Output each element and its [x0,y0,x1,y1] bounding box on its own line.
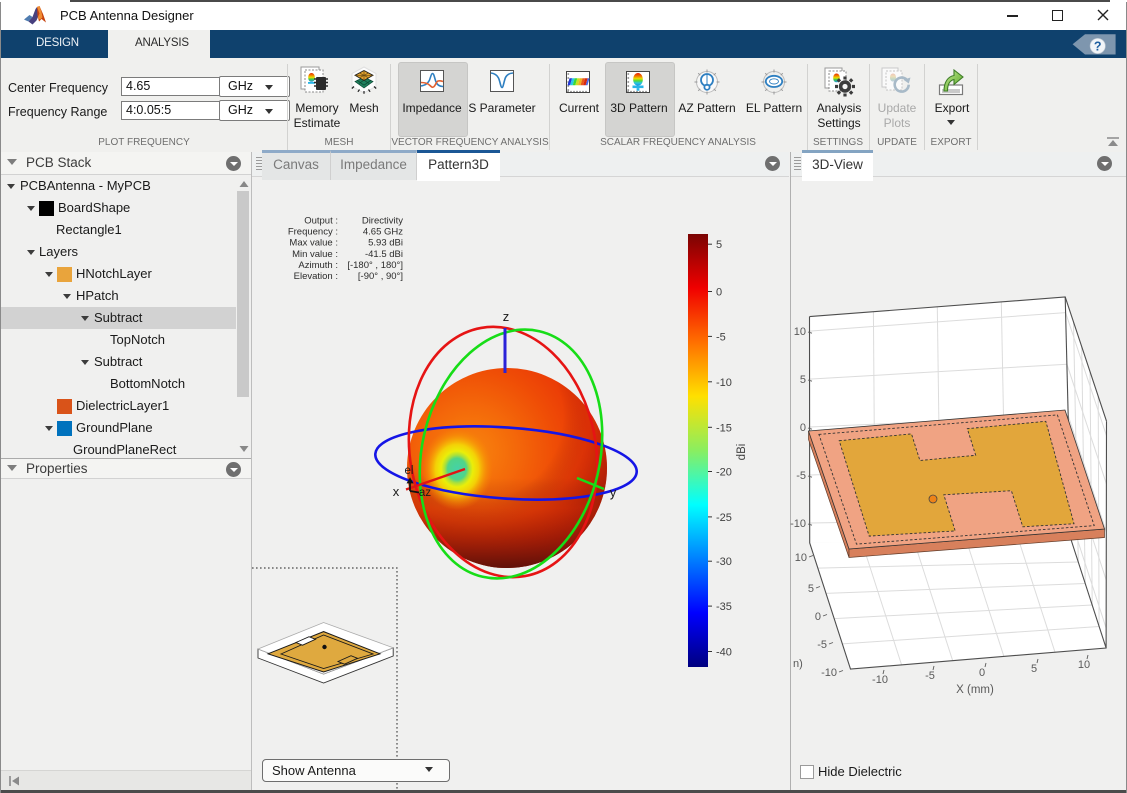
svg-text:-10: -10 [821,667,837,679]
svg-text:[-180° , 180°]: [-180° , 180°] [347,260,403,271]
svg-text:el: el [405,465,414,477]
svg-text:-5: -5 [817,639,827,651]
svg-text:?: ? [1094,40,1102,54]
svg-text:dBi: dBi [736,444,748,461]
svg-text:-30: -30 [716,556,732,568]
svg-text:y: y [610,485,617,500]
svg-text:Min value :: Min value : [292,249,338,260]
svg-text:[-90° , 90°]: [-90° , 90°] [358,271,403,282]
svg-text:10: 10 [1078,659,1090,671]
svg-text:-10: -10 [872,674,888,686]
svg-text:5.93 dBi: 5.93 dBi [368,238,403,249]
svg-text:5: 5 [716,239,722,251]
svg-text:Elevation :: Elevation : [294,271,338,282]
svg-text:-41.5 dBi: -41.5 dBi [365,249,403,260]
svg-text:-5: -5 [925,670,935,682]
svg-text:X (mm): X (mm) [956,684,994,696]
svg-text:0: 0 [815,611,821,623]
svg-text:4.65 GHz: 4.65 GHz [363,227,403,238]
svg-text:-15: -15 [716,422,732,434]
svg-text:Azimuth :: Azimuth : [298,260,338,271]
svg-text:-5: -5 [796,470,806,482]
svg-text:-20: -20 [716,467,732,479]
svg-text:z: z [503,309,510,324]
svg-text:-10: -10 [716,377,732,389]
svg-text:-10: -10 [790,518,806,530]
svg-text:10: 10 [795,552,807,564]
svg-text:-5: -5 [716,331,726,343]
svg-text:-40: -40 [716,647,732,659]
svg-text:x: x [393,484,400,499]
svg-text:-25: -25 [716,512,732,524]
svg-text:5: 5 [1031,663,1037,675]
svg-text:Max value :: Max value : [289,238,338,249]
svg-text:0: 0 [716,287,722,299]
svg-text:0: 0 [800,422,806,434]
svg-text:Output :: Output : [304,216,338,227]
svg-text:-35: -35 [716,601,732,613]
svg-text:Frequency :: Frequency : [288,227,338,238]
svg-text:5: 5 [808,583,814,595]
svg-text:10: 10 [794,326,806,338]
svg-text:5: 5 [800,374,806,386]
svg-text:az: az [419,487,431,499]
svg-text:0: 0 [979,667,985,679]
svg-text:n): n) [793,658,803,670]
svg-text:Directivity: Directivity [362,216,403,227]
